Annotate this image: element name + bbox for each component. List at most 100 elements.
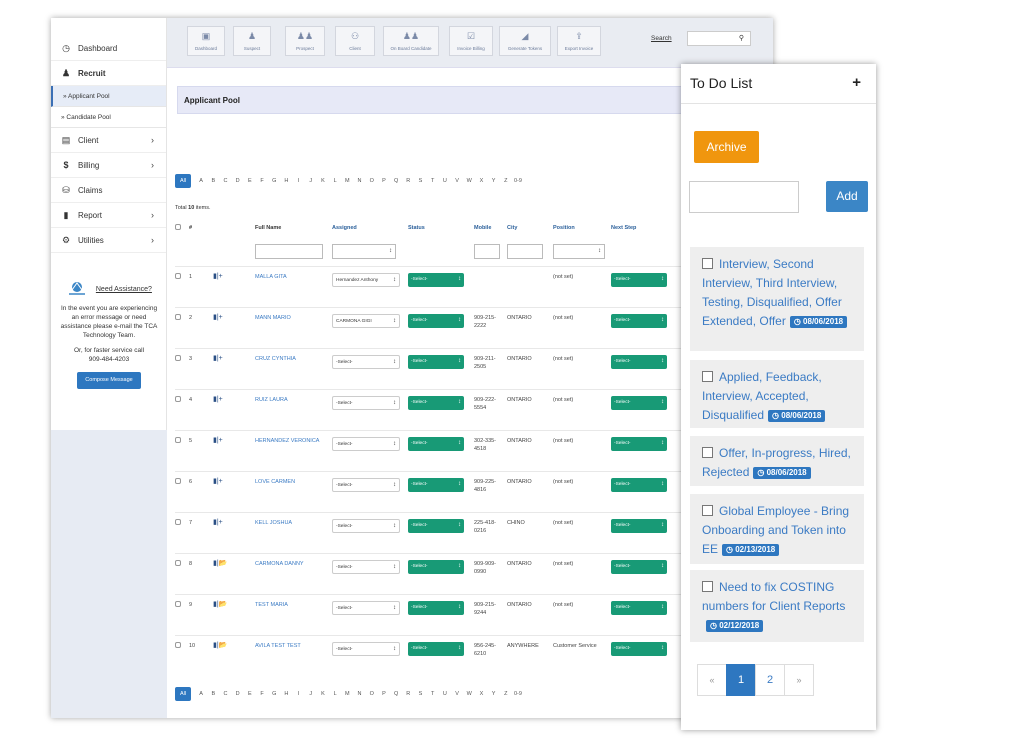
mobile-filter-input[interactable] <box>474 244 500 259</box>
alphabet-filter-letter[interactable]: R <box>402 691 414 697</box>
assigned-select[interactable]: -Select- <box>332 436 400 451</box>
alphabet-filter-letter[interactable]: X <box>475 691 487 697</box>
next-step-select[interactable]: -Select- <box>611 559 667 574</box>
sidebar-item-utilities[interactable]: ⚙ Utilities › <box>51 228 166 253</box>
alphabet-filter-letter[interactable]: M <box>341 691 353 697</box>
todo-item[interactable]: Offer, In-progress, Hired, Rejected ◷ 08/… <box>690 436 864 486</box>
sidebar-item-report[interactable]: ▮ Report › <box>51 203 166 228</box>
toolbar-generate-tokens-button[interactable]: ◢ Generate Tokens <box>499 26 551 56</box>
alphabet-filter-letter[interactable]: L <box>329 178 341 184</box>
sidebar-subitem-applicant-pool[interactable]: » Applicant Pool <box>51 86 166 107</box>
assigned-select[interactable]: -Select- <box>332 354 400 369</box>
applicant-name-link[interactable]: AVILA TEST TEST <box>255 635 332 676</box>
alphabet-filter-letter[interactable]: K <box>317 691 329 697</box>
alphabet-filter-letter[interactable]: G <box>268 178 280 184</box>
alphabet-filter-letter[interactable]: P <box>378 178 390 184</box>
alphabet-filter-letter[interactable]: I <box>293 691 305 697</box>
pagination-page-2[interactable]: 2 <box>755 664 785 696</box>
applicant-name-link[interactable]: HERNANDEZ VERONICA <box>255 430 332 471</box>
todo-checkbox[interactable] <box>702 447 713 458</box>
column-header-position[interactable]: Position <box>553 218 611 238</box>
alphabet-filter-letter[interactable]: J <box>305 178 317 184</box>
alphabet-filter-letter[interactable]: X <box>475 178 487 184</box>
search-icon[interactable]: ⚲ <box>739 34 744 42</box>
search-input[interactable]: ⚲ <box>687 31 751 46</box>
column-header-next-step[interactable]: Next Step <box>611 218 681 238</box>
alphabet-filter-letter[interactable]: T <box>427 178 439 184</box>
row-checkbox[interactable] <box>175 436 181 443</box>
status-select[interactable]: -Select- <box>408 518 464 533</box>
assigned-select[interactable]: Hernandez Anthony <box>332 272 400 287</box>
alphabet-filter-letter[interactable]: Q <box>390 178 402 184</box>
alphabet-filter-letter[interactable]: M <box>341 178 353 184</box>
need-assistance-link[interactable]: Need Assistance? <box>96 285 152 294</box>
pagination-prev[interactable]: « <box>697 664 727 696</box>
alphabet-filter-letter[interactable]: R <box>402 178 414 184</box>
alphabet-filter-letter[interactable]: Q <box>390 691 402 697</box>
todo-checkbox[interactable] <box>702 581 713 592</box>
city-filter-input[interactable] <box>507 244 543 259</box>
toolbar-client-button[interactable]: ⚇ Client <box>335 26 375 56</box>
status-select[interactable]: -Select- <box>408 600 464 615</box>
toolbar-prospect-button[interactable]: ♟♟ Prospect <box>285 26 325 56</box>
row-checkbox[interactable] <box>175 518 181 525</box>
alphabet-filter-letter[interactable]: I <box>293 178 305 184</box>
alphabet-filter-letter[interactable]: B <box>207 691 219 697</box>
position-filter-select[interactable] <box>553 244 605 259</box>
alphabet-filter-letter[interactable]: O <box>366 178 378 184</box>
alphabet-filter-letter[interactable]: S <box>414 178 426 184</box>
alphabet-filter-letter[interactable]: E <box>244 691 256 697</box>
column-header-city[interactable]: City <box>507 218 553 238</box>
row-action-icons[interactable]: ▮|📂 <box>213 560 227 567</box>
row-action-icons[interactable]: ▮|+ <box>213 314 223 321</box>
assigned-select[interactable]: -Select- <box>332 641 400 656</box>
assigned-select[interactable]: -Select- <box>332 559 400 574</box>
status-select[interactable]: -Select- <box>408 272 464 287</box>
alphabet-filter-letter[interactable]: C <box>219 178 231 184</box>
assigned-select[interactable]: -Select- <box>332 395 400 410</box>
alphabet-filter-letter[interactable]: Y <box>488 178 500 184</box>
assigned-select[interactable]: -Select- <box>332 600 400 615</box>
row-checkbox[interactable] <box>175 354 181 361</box>
alphabet-filter-letter[interactable]: U <box>439 691 451 697</box>
status-select[interactable]: -Select- <box>408 354 464 369</box>
alphabet-filter-letter[interactable]: Y <box>488 691 500 697</box>
pagination-next[interactable]: » <box>784 664 814 696</box>
alphabet-filter-letter[interactable]: A <box>195 691 207 697</box>
next-step-select[interactable]: -Select- <box>611 518 667 533</box>
todo-checkbox[interactable] <box>702 258 713 269</box>
alphabet-filter-letter[interactable]: V <box>451 178 463 184</box>
alphabet-filter-letter[interactable]: A <box>195 178 207 184</box>
row-action-icons[interactable]: ▮|+ <box>213 519 223 526</box>
alphabet-filter-letter[interactable]: P <box>378 691 390 697</box>
alphabet-filter-letter[interactable]: 0-9 <box>512 691 524 697</box>
alphabet-filter-letter[interactable]: E <box>244 178 256 184</box>
add-todo-plus-icon[interactable]: + <box>852 74 861 91</box>
sidebar-item-recruit[interactable]: ♟ Recruit <box>51 61 166 86</box>
alphabet-filter-letter[interactable]: O <box>366 691 378 697</box>
alphabet-filter-letter[interactable]: J <box>305 691 317 697</box>
alphabet-filter-letter[interactable]: D <box>232 178 244 184</box>
todo-checkbox[interactable] <box>702 505 713 516</box>
alphabet-filter-letter[interactable]: H <box>280 178 292 184</box>
alphabet-filter-letter[interactable]: All <box>175 687 191 701</box>
column-header-status[interactable]: Status <box>408 218 474 238</box>
status-select[interactable]: -Select- <box>408 559 464 574</box>
status-select[interactable]: -Select- <box>408 641 464 656</box>
alphabet-filter-letter[interactable]: Z <box>500 691 512 697</box>
alphabet-filter-letter[interactable]: V <box>451 691 463 697</box>
alphabet-filter-letter[interactable]: N <box>353 178 365 184</box>
row-action-icons[interactable]: ▮|+ <box>213 273 223 280</box>
next-step-select[interactable]: -Select- <box>611 354 667 369</box>
row-action-icons[interactable]: ▮|📂 <box>213 642 227 649</box>
alphabet-filter-letter[interactable]: L <box>329 691 341 697</box>
next-step-select[interactable]: -Select- <box>611 600 667 615</box>
applicant-name-link[interactable]: MALLA GITA <box>255 266 332 307</box>
next-step-select[interactable]: -Select- <box>611 395 667 410</box>
todo-text-input[interactable] <box>689 181 799 213</box>
sidebar-item-dashboard[interactable]: ◷ Dashboard <box>51 36 166 61</box>
row-checkbox[interactable] <box>175 559 181 566</box>
alphabet-filter-letter[interactable]: T <box>427 691 439 697</box>
status-select[interactable]: -Select- <box>408 395 464 410</box>
alphabet-filter-letter[interactable]: F <box>256 691 268 697</box>
